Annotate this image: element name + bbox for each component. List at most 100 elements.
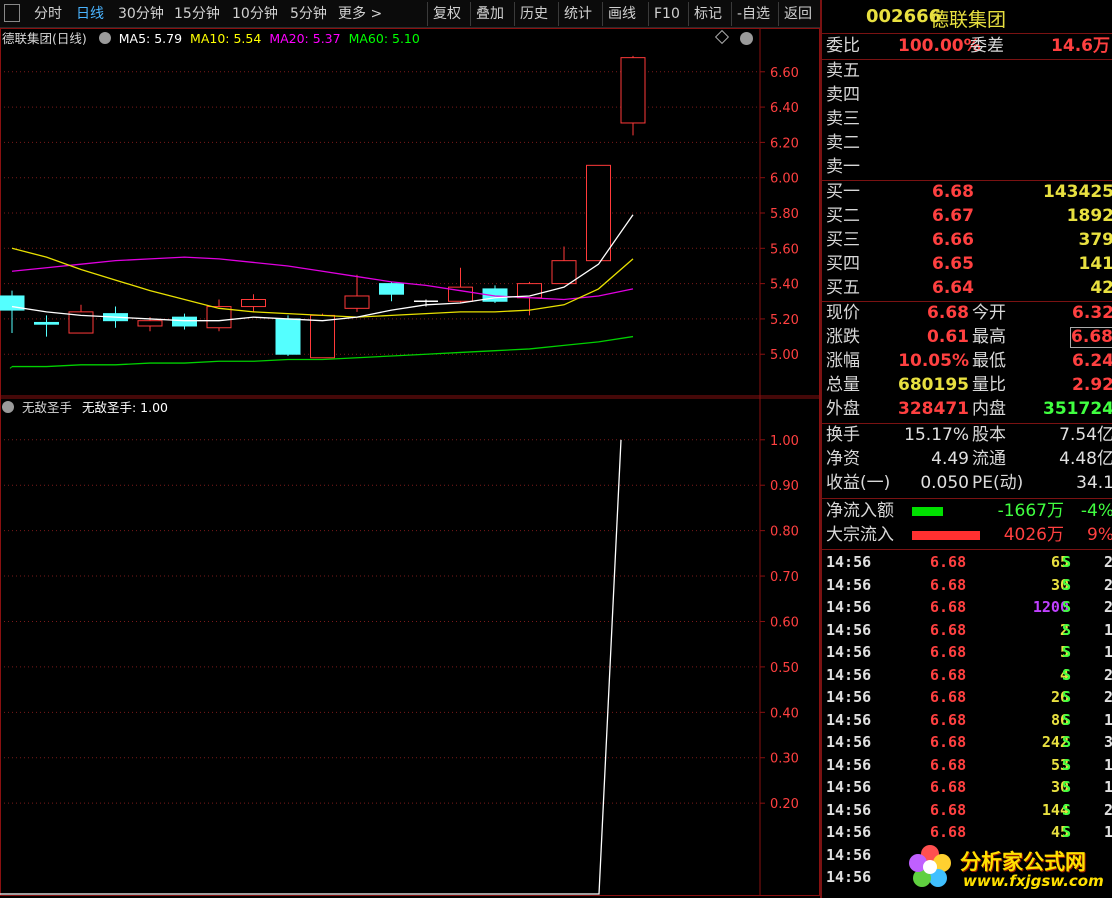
ma10-line <box>11 247 634 318</box>
tick-cell: S <box>1062 643 1072 661</box>
value: 4026万 <box>1003 525 1064 545</box>
toolbar-button-8[interactable]: 返回 <box>784 3 812 25</box>
value: 外盘 <box>826 399 860 419</box>
ma-legend-2: MA20: 5.37 <box>269 31 341 46</box>
tick-cell: S <box>1062 598 1072 616</box>
buy-row: 买二 6.67 1892 <box>822 205 1112 228</box>
value: 买三 <box>826 230 860 250</box>
trade-tick-row: 14:566.684S2 <box>822 664 1112 687</box>
tick-cell: 6.68 <box>930 688 967 706</box>
toolbar-button-5[interactable]: F10 <box>654 3 680 25</box>
value: 6.68 <box>1070 327 1112 348</box>
toolbar-button-1[interactable]: 叠加 <box>476 3 504 25</box>
candle <box>551 246 577 285</box>
value: 净流入额 <box>826 501 894 521</box>
value: 今开 <box>972 303 1006 323</box>
sell-row: 卖三 <box>822 108 1112 131</box>
price-axis-label: 5.80 <box>770 207 799 222</box>
value: 351724 <box>1043 399 1112 419</box>
tick-cell: 1 <box>1104 641 1112 664</box>
tick-cell: 14:56 <box>826 868 872 886</box>
period-tab-3[interactable]: 15分钟 <box>174 3 220 25</box>
tick-cell: 1 <box>1104 619 1112 642</box>
candle <box>68 304 94 334</box>
period-tab-5[interactable]: 5分钟 <box>290 3 327 25</box>
value: 卖一 <box>826 157 860 177</box>
toolbar-button-2[interactable]: 历史 <box>520 3 548 25</box>
price-axis-label: 5.00 <box>770 348 799 363</box>
tick-cell: S <box>1062 710 1072 729</box>
value: 买二 <box>826 206 860 226</box>
stat-row: 涨幅 10.05% 最低 6.24 <box>822 350 1112 373</box>
candle <box>620 55 646 136</box>
trade-tick-row: 14:566.681200S2 <box>822 596 1112 619</box>
candle <box>172 313 197 330</box>
main-chart-legend: 德联集团(日线) MA5: 5.79 MA10: 5.54 MA20: 5.37 MA… <box>2 30 428 48</box>
tick-cell: 14:56 <box>826 778 872 796</box>
period-tab-6[interactable]: 更多 > <box>338 3 382 25</box>
value: 9% <box>1087 525 1112 545</box>
toolbar-button-7[interactable]: -自选 <box>737 3 770 25</box>
period-tab-1[interactable]: 日线 <box>76 3 104 25</box>
value: 量比 <box>972 375 1006 395</box>
buy-row: 买三 6.66 379 <box>822 229 1112 252</box>
indicator-toggle-icon[interactable] <box>2 401 14 413</box>
trade-tick-row: 14:566.6865S2 <box>822 551 1112 574</box>
sell-row: 卖四 <box>822 84 1112 107</box>
stock-title: 德联集团(日线) <box>2 31 87 46</box>
tick-cell: 1 <box>1104 709 1112 732</box>
tick-cell: 1 <box>1104 776 1112 799</box>
value: 收益(一) <box>826 473 891 493</box>
toolbar-button-4[interactable]: 画线 <box>608 3 636 25</box>
stat-row: 总量 680195 量比 2.92 <box>822 374 1112 397</box>
quote-panel: 002666 德联集团 委比 100.00% 委差 14.6万 卖五 卖四 卖三 卖二… <box>820 0 1112 898</box>
price-axis-label: 6.40 <box>770 101 799 116</box>
candle <box>344 274 370 312</box>
tick-cell: 6.68 <box>930 665 967 684</box>
fin-row: 净资 4.49 流通 4.48亿 <box>822 448 1112 471</box>
value: 680195 <box>898 375 969 395</box>
buy-row: 买五 6.64 42 <box>822 277 1112 300</box>
stat-row: 外盘 328471 内盘 351724 <box>822 398 1112 421</box>
value: -4% <box>1080 501 1112 521</box>
trade-tick-row: 14:566.6830S1 <box>822 776 1112 799</box>
period-tab-4[interactable]: 10分钟 <box>232 3 278 25</box>
toolbar-button-3[interactable]: 统计 <box>564 3 592 25</box>
flow-bar <box>912 507 943 516</box>
flower-logo-icon <box>909 845 951 887</box>
value: 4.49 <box>931 449 969 469</box>
candle <box>448 267 473 304</box>
tick-cell: 2 <box>1104 596 1112 619</box>
toolbar-button-6[interactable]: 标记 <box>694 3 722 25</box>
value: 净资 <box>826 449 860 469</box>
price-axis-label: 5.20 <box>770 313 799 328</box>
collapse-icon[interactable] <box>740 32 753 45</box>
indicator-axis-label: 0.80 <box>770 525 799 540</box>
buy-row: 买一 6.68 143425 <box>822 181 1112 204</box>
tick-cell: 14:56 <box>826 620 872 639</box>
trade-tick-row: 14:566.682S1 <box>822 619 1112 642</box>
indicator-name: 无敌圣手 <box>21 400 72 415</box>
indicator-axis-label: 0.30 <box>770 752 799 767</box>
tick-cell: S <box>1062 575 1072 594</box>
value: 6.65 <box>932 254 974 274</box>
tick-cell: 6.68 <box>930 575 967 594</box>
money-flow-row: 大宗流入 4026万 9% <box>822 524 1112 547</box>
wei-bi-row: 委比 100.00% 委差 14.6万 <box>826 36 1110 56</box>
tick-cell: 6.68 <box>930 755 967 774</box>
value: 4.48亿 <box>1059 449 1112 469</box>
period-tab-2[interactable]: 30分钟 <box>118 3 164 25</box>
period-tab-0[interactable]: 分时 <box>34 3 62 25</box>
value: 大宗流入 <box>826 525 894 545</box>
tick-cell: 14:56 <box>826 800 872 819</box>
legend-toggle-icon[interactable] <box>98 32 111 44</box>
value: 涨幅 <box>826 351 860 371</box>
indicator-axis-label: 0.90 <box>770 479 799 494</box>
tick-cell: 6.68 <box>930 710 967 729</box>
value: 6.24 <box>1072 351 1112 371</box>
chart-menu-icon[interactable] <box>4 4 20 22</box>
value: 6.67 <box>932 206 974 226</box>
value: 最低 <box>972 351 1006 371</box>
toolbar-button-0[interactable]: 复权 <box>433 3 461 25</box>
tick-cell: 3 <box>1104 731 1112 754</box>
